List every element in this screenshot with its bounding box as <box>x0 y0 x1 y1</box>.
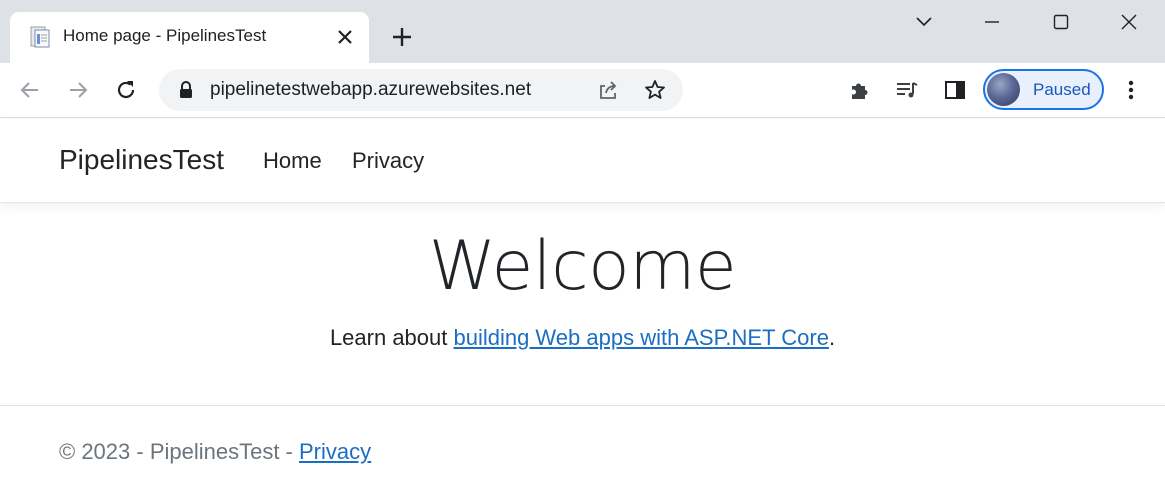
browser-tab[interactable]: Home page - PipelinesTest <box>10 12 369 63</box>
close-tab-icon[interactable] <box>334 26 356 48</box>
minimize-icon[interactable] <box>978 8 1006 36</box>
footer-copyright: © 2023 - PipelinesTest - <box>59 439 299 464</box>
page-title: Welcome <box>428 227 737 306</box>
nav-link-privacy[interactable]: Privacy <box>352 148 424 174</box>
tab-title: Home page - PipelinesTest <box>63 26 267 45</box>
learn-paragraph: Learn about building Web apps with ASP.N… <box>0 325 1165 351</box>
nav-link-home[interactable]: Home <box>263 148 322 174</box>
tab-strip: Home page - PipelinesTest <box>0 0 1165 63</box>
learn-prefix: Learn about <box>329 325 454 350</box>
bookmark-star-icon[interactable] <box>643 78 667 102</box>
share-icon[interactable] <box>596 78 620 102</box>
extensions-puzzle-icon[interactable] <box>847 77 873 103</box>
side-panel-icon[interactable] <box>942 77 968 103</box>
reload-icon[interactable] <box>113 77 139 103</box>
profile-button[interactable]: Paused <box>983 69 1104 110</box>
profile-status: Paused <box>1033 80 1091 99</box>
tab-search-chevron-icon[interactable] <box>910 8 938 36</box>
maximize-icon[interactable] <box>1047 8 1075 36</box>
address-bar[interactable]: pipelinetestwebapp.azurewebsites.net <box>159 69 683 111</box>
media-queue-icon[interactable] <box>894 77 920 103</box>
avatar <box>987 73 1020 106</box>
browser-toolbar: pipelinetestwebapp.azurewebsites.net Pau… <box>0 63 1165 118</box>
more-menu-icon[interactable] <box>1118 77 1144 103</box>
site-footer: © 2023 - PipelinesTest - Privacy <box>59 439 371 465</box>
aspnet-docs-link[interactable]: building Web apps with ASP.NET Core <box>453 325 828 350</box>
site-brand[interactable]: PipelinesTest <box>59 144 224 176</box>
document-favicon-icon <box>28 25 52 49</box>
footer-divider <box>0 405 1165 406</box>
lock-icon[interactable] <box>177 80 195 100</box>
forward-arrow-icon[interactable] <box>65 77 91 103</box>
close-window-icon[interactable] <box>1115 8 1143 36</box>
url-text[interactable]: pipelinetestwebapp.azurewebsites.net <box>210 79 531 101</box>
new-tab-icon[interactable] <box>389 24 415 50</box>
footer-privacy-link[interactable]: Privacy <box>299 439 371 464</box>
learn-suffix: . <box>828 325 836 350</box>
back-arrow-icon[interactable] <box>17 77 43 103</box>
site-navbar: PipelinesTest Home Privacy <box>0 119 1165 203</box>
